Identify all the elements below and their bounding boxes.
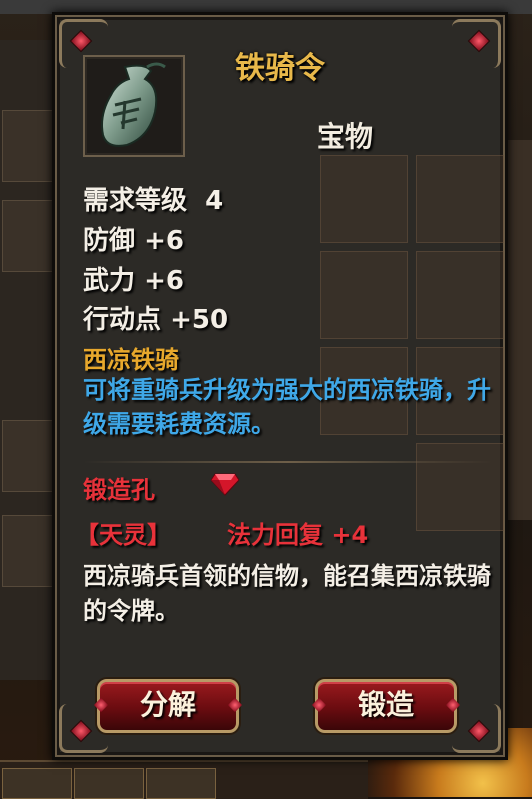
stat-label: 武力 <box>83 266 136 296</box>
item-name: 铁骑令 <box>235 51 325 86</box>
stat-label: 需求等级 <box>83 186 188 216</box>
button-gem-icon <box>311 697 327 713</box>
section-divider <box>83 461 493 463</box>
stat-label: 行动点 <box>83 305 162 335</box>
stat-value: +6 <box>144 266 184 296</box>
ruby-icon <box>210 472 240 496</box>
effect-description: 可将重骑兵升级为强大的西凉铁骑，升级需要耗费资源。 <box>83 376 491 438</box>
bottom-slot[interactable] <box>74 768 144 799</box>
stat-value: 4 <box>205 186 224 216</box>
stat-value: +6 <box>144 226 184 256</box>
stat-defense: 防御 +6 <box>83 220 184 257</box>
stat-force: 武力 +6 <box>83 260 184 297</box>
bottom-slot[interactable] <box>146 768 216 799</box>
set-name: 西凉铁骑 <box>83 346 179 374</box>
stat-value: +50 <box>170 305 229 335</box>
button-gem-icon <box>227 697 243 713</box>
item-category: 宝物 <box>316 120 373 153</box>
forge-button[interactable]: 锻造 <box>311 679 461 733</box>
bottom-slot[interactable] <box>2 768 72 799</box>
forge-button-label: 锻造 <box>357 688 414 721</box>
background-equipment-grid <box>320 155 510 535</box>
inventory-slot[interactable] <box>2 420 56 492</box>
inventory-slot[interactable] <box>2 110 56 182</box>
inventory-slot[interactable] <box>2 200 56 272</box>
rune-effect: 法力回复 +4 <box>227 521 369 549</box>
inventory-slot[interactable] <box>2 515 56 587</box>
item-tooltip-panel: 铁骑令 宝物 需求等级 4 防御 +6 武力 +6 行动点 +50 西凉铁骑 可… <box>52 12 508 760</box>
decompose-button[interactable]: 分解 <box>93 679 243 733</box>
stat-label: 防御 <box>83 226 136 256</box>
stat-action-points: 行动点 +50 <box>83 299 228 336</box>
rune-name: 【天灵】 <box>75 521 171 549</box>
decompose-button-label: 分解 <box>139 688 196 721</box>
button-gem-icon <box>93 697 109 713</box>
item-lore: 西凉骑兵首领的信物，能召集西凉铁骑的令牌。 <box>83 562 491 625</box>
stat-required-level: 需求等级 4 <box>83 180 223 217</box>
socket-label: 锻造孔 <box>83 476 155 504</box>
